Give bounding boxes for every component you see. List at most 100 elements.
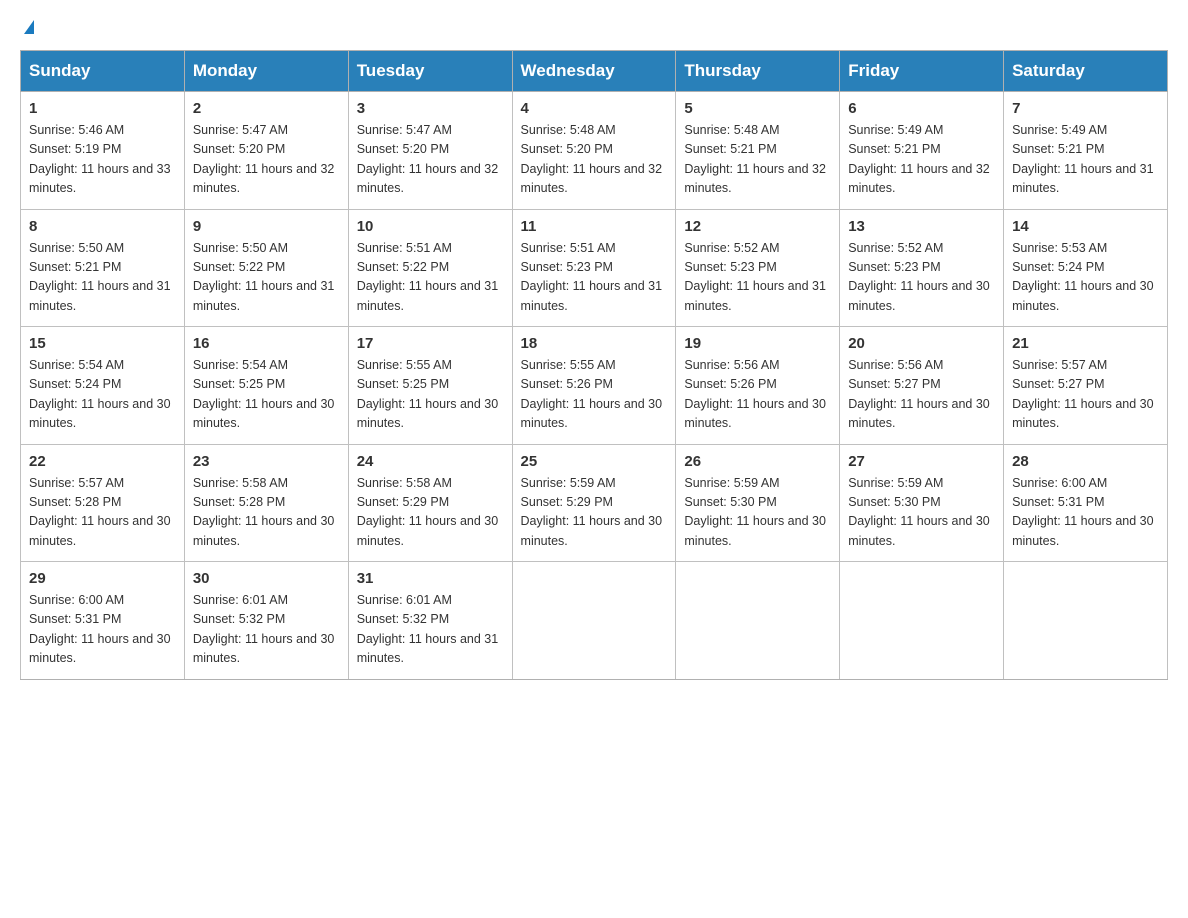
day-info: Sunrise: 5:48 AM Sunset: 5:21 PM Dayligh… [684,121,831,199]
day-number: 26 [684,453,831,470]
day-info: Sunrise: 5:47 AM Sunset: 5:20 PM Dayligh… [193,121,340,199]
calendar-week-row: 29 Sunrise: 6:00 AM Sunset: 5:31 PM Dayl… [21,562,1168,680]
day-number: 6 [848,100,995,117]
day-number: 19 [684,335,831,352]
calendar-day-cell: 2 Sunrise: 5:47 AM Sunset: 5:20 PM Dayli… [184,92,348,210]
calendar-day-cell [1004,562,1168,680]
day-info: Sunrise: 5:59 AM Sunset: 5:29 PM Dayligh… [521,474,668,552]
day-info: Sunrise: 5:59 AM Sunset: 5:30 PM Dayligh… [848,474,995,552]
day-number: 11 [521,218,668,235]
calendar-day-cell: 30 Sunrise: 6:01 AM Sunset: 5:32 PM Dayl… [184,562,348,680]
day-number: 2 [193,100,340,117]
day-info: Sunrise: 5:46 AM Sunset: 5:19 PM Dayligh… [29,121,176,199]
calendar-day-cell: 16 Sunrise: 5:54 AM Sunset: 5:25 PM Dayl… [184,327,348,445]
day-info: Sunrise: 5:57 AM Sunset: 5:27 PM Dayligh… [1012,356,1159,434]
day-info: Sunrise: 5:50 AM Sunset: 5:22 PM Dayligh… [193,239,340,317]
day-number: 24 [357,453,504,470]
calendar-day-header: Sunday [21,51,185,92]
calendar-day-header: Friday [840,51,1004,92]
calendar-week-row: 22 Sunrise: 5:57 AM Sunset: 5:28 PM Dayl… [21,444,1168,562]
day-number: 31 [357,570,504,587]
day-number: 20 [848,335,995,352]
calendar-day-cell [840,562,1004,680]
day-info: Sunrise: 6:00 AM Sunset: 5:31 PM Dayligh… [1012,474,1159,552]
calendar-day-cell: 14 Sunrise: 5:53 AM Sunset: 5:24 PM Dayl… [1004,209,1168,327]
day-info: Sunrise: 5:56 AM Sunset: 5:27 PM Dayligh… [848,356,995,434]
calendar-day-cell: 3 Sunrise: 5:47 AM Sunset: 5:20 PM Dayli… [348,92,512,210]
calendar-day-cell: 27 Sunrise: 5:59 AM Sunset: 5:30 PM Dayl… [840,444,1004,562]
page-header [20,20,1168,34]
day-number: 13 [848,218,995,235]
day-info: Sunrise: 5:51 AM Sunset: 5:22 PM Dayligh… [357,239,504,317]
day-number: 10 [357,218,504,235]
day-info: Sunrise: 6:01 AM Sunset: 5:32 PM Dayligh… [357,591,504,669]
calendar-day-cell: 7 Sunrise: 5:49 AM Sunset: 5:21 PM Dayli… [1004,92,1168,210]
calendar-day-header: Thursday [676,51,840,92]
day-number: 9 [193,218,340,235]
day-info: Sunrise: 5:55 AM Sunset: 5:26 PM Dayligh… [521,356,668,434]
day-info: Sunrise: 5:52 AM Sunset: 5:23 PM Dayligh… [684,239,831,317]
calendar-week-row: 1 Sunrise: 5:46 AM Sunset: 5:19 PM Dayli… [21,92,1168,210]
calendar-day-cell: 23 Sunrise: 5:58 AM Sunset: 5:28 PM Dayl… [184,444,348,562]
day-number: 25 [521,453,668,470]
calendar-day-cell: 1 Sunrise: 5:46 AM Sunset: 5:19 PM Dayli… [21,92,185,210]
calendar-day-cell: 24 Sunrise: 5:58 AM Sunset: 5:29 PM Dayl… [348,444,512,562]
calendar-day-cell: 8 Sunrise: 5:50 AM Sunset: 5:21 PM Dayli… [21,209,185,327]
day-number: 22 [29,453,176,470]
day-number: 7 [1012,100,1159,117]
day-number: 4 [521,100,668,117]
calendar-day-header: Wednesday [512,51,676,92]
day-number: 15 [29,335,176,352]
calendar-day-cell: 13 Sunrise: 5:52 AM Sunset: 5:23 PM Dayl… [840,209,1004,327]
calendar-header-row: SundayMondayTuesdayWednesdayThursdayFrid… [21,51,1168,92]
day-info: Sunrise: 5:57 AM Sunset: 5:28 PM Dayligh… [29,474,176,552]
day-info: Sunrise: 5:48 AM Sunset: 5:20 PM Dayligh… [521,121,668,199]
calendar-body: 1 Sunrise: 5:46 AM Sunset: 5:19 PM Dayli… [21,92,1168,680]
day-info: Sunrise: 5:58 AM Sunset: 5:29 PM Dayligh… [357,474,504,552]
calendar-day-cell: 6 Sunrise: 5:49 AM Sunset: 5:21 PM Dayli… [840,92,1004,210]
day-number: 28 [1012,453,1159,470]
day-info: Sunrise: 6:00 AM Sunset: 5:31 PM Dayligh… [29,591,176,669]
calendar-day-cell: 31 Sunrise: 6:01 AM Sunset: 5:32 PM Dayl… [348,562,512,680]
logo-triangle-icon [24,20,34,34]
calendar-day-cell: 4 Sunrise: 5:48 AM Sunset: 5:20 PM Dayli… [512,92,676,210]
day-number: 17 [357,335,504,352]
day-info: Sunrise: 5:49 AM Sunset: 5:21 PM Dayligh… [1012,121,1159,199]
calendar-day-cell [512,562,676,680]
calendar-day-cell: 11 Sunrise: 5:51 AM Sunset: 5:23 PM Dayl… [512,209,676,327]
logo [20,20,34,34]
day-info: Sunrise: 5:53 AM Sunset: 5:24 PM Dayligh… [1012,239,1159,317]
day-number: 18 [521,335,668,352]
day-number: 3 [357,100,504,117]
day-info: Sunrise: 5:49 AM Sunset: 5:21 PM Dayligh… [848,121,995,199]
day-number: 30 [193,570,340,587]
calendar-day-cell: 21 Sunrise: 5:57 AM Sunset: 5:27 PM Dayl… [1004,327,1168,445]
calendar-week-row: 8 Sunrise: 5:50 AM Sunset: 5:21 PM Dayli… [21,209,1168,327]
day-number: 8 [29,218,176,235]
day-info: Sunrise: 6:01 AM Sunset: 5:32 PM Dayligh… [193,591,340,669]
calendar-day-header: Saturday [1004,51,1168,92]
day-info: Sunrise: 5:47 AM Sunset: 5:20 PM Dayligh… [357,121,504,199]
calendar-day-cell: 10 Sunrise: 5:51 AM Sunset: 5:22 PM Dayl… [348,209,512,327]
day-number: 1 [29,100,176,117]
calendar-day-cell [676,562,840,680]
calendar-day-cell: 12 Sunrise: 5:52 AM Sunset: 5:23 PM Dayl… [676,209,840,327]
calendar-table: SundayMondayTuesdayWednesdayThursdayFrid… [20,50,1168,680]
day-info: Sunrise: 5:52 AM Sunset: 5:23 PM Dayligh… [848,239,995,317]
calendar-day-cell: 29 Sunrise: 6:00 AM Sunset: 5:31 PM Dayl… [21,562,185,680]
day-info: Sunrise: 5:51 AM Sunset: 5:23 PM Dayligh… [521,239,668,317]
calendar-day-cell: 18 Sunrise: 5:55 AM Sunset: 5:26 PM Dayl… [512,327,676,445]
day-number: 14 [1012,218,1159,235]
day-number: 12 [684,218,831,235]
calendar-day-cell: 25 Sunrise: 5:59 AM Sunset: 5:29 PM Dayl… [512,444,676,562]
calendar-day-cell: 20 Sunrise: 5:56 AM Sunset: 5:27 PM Dayl… [840,327,1004,445]
calendar-day-cell: 15 Sunrise: 5:54 AM Sunset: 5:24 PM Dayl… [21,327,185,445]
calendar-day-header: Monday [184,51,348,92]
day-number: 5 [684,100,831,117]
calendar-day-header: Tuesday [348,51,512,92]
calendar-day-cell: 22 Sunrise: 5:57 AM Sunset: 5:28 PM Dayl… [21,444,185,562]
day-info: Sunrise: 5:50 AM Sunset: 5:21 PM Dayligh… [29,239,176,317]
day-number: 21 [1012,335,1159,352]
calendar-day-cell: 19 Sunrise: 5:56 AM Sunset: 5:26 PM Dayl… [676,327,840,445]
calendar-day-cell: 26 Sunrise: 5:59 AM Sunset: 5:30 PM Dayl… [676,444,840,562]
